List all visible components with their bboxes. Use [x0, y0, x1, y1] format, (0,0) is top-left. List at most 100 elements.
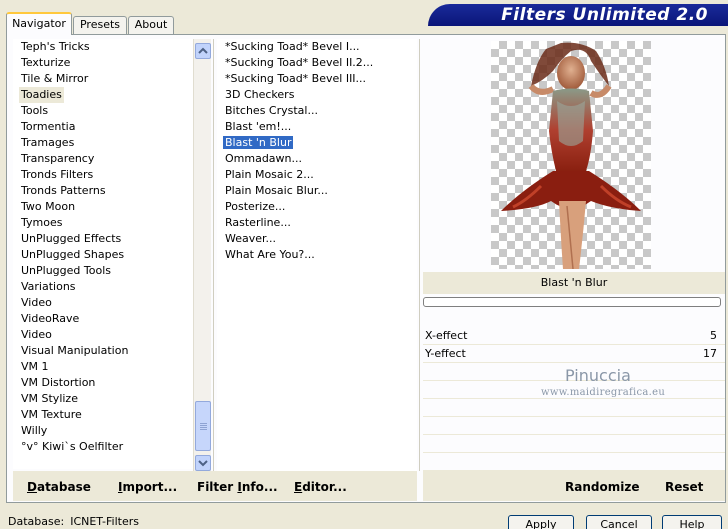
category-item[interactable]: Transparency [13, 151, 199, 167]
category-label: Toadies [19, 87, 64, 103]
filter-item[interactable]: Posterize... [217, 199, 417, 215]
filter-item[interactable]: Plain Mosaic Blur... [217, 183, 417, 199]
category-item[interactable]: Tools [13, 103, 199, 119]
filter-label: Plain Mosaic 2... [225, 168, 314, 181]
filter-item[interactable]: Ommadawn... [217, 151, 417, 167]
title-banner: Filters Unlimited 2.0 [428, 4, 728, 26]
editor-button[interactable]: Editor... [294, 480, 347, 494]
param-value[interactable]: 5 [710, 327, 717, 345]
figure-image [501, 42, 641, 270]
filter-label: Rasterline... [225, 216, 291, 229]
category-label: VideoRave [21, 312, 80, 325]
tab-navigator[interactable]: Navigator [6, 12, 72, 35]
category-item[interactable]: VM Texture [13, 407, 199, 423]
category-label: Tools [21, 104, 49, 117]
param-row-empty [423, 435, 725, 453]
filter-label: What Are You?... [225, 248, 315, 261]
category-label: Teph's Tricks [21, 40, 90, 53]
filter-label: Weaver... [225, 232, 277, 245]
param-row-y-effect[interactable]: Y-effect 17 [423, 345, 725, 363]
filter-item[interactable]: Bitches Crystal... [217, 103, 417, 119]
category-item[interactable]: Tramages [13, 135, 199, 151]
bottom-toolbar: Database Import... Filter Info... Editor… [13, 471, 417, 501]
category-item[interactable]: UnPlugged Tools [13, 263, 199, 279]
category-item[interactable]: Visual Manipulation [13, 343, 199, 359]
database-button[interactable]: Database [27, 480, 91, 494]
preview-image [491, 41, 651, 270]
filter-item[interactable]: *Sucking Toad* Bevel III... [217, 71, 417, 87]
category-label: VM Distortion [21, 376, 96, 389]
cancel-button[interactable]: Cancel [586, 515, 652, 529]
category-item[interactable]: UnPlugged Effects [13, 231, 199, 247]
category-label: Tile & Mirror [21, 72, 89, 85]
category-item[interactable]: UnPlugged Shapes [13, 247, 199, 263]
category-item[interactable]: Tymoes [13, 215, 199, 231]
help-button[interactable]: Help [662, 515, 722, 529]
filter-label: Blast 'em!... [225, 120, 292, 133]
category-label: Tormentia [21, 120, 76, 133]
category-item[interactable]: Tile & Mirror [13, 71, 199, 87]
param-row-empty [423, 417, 725, 435]
reset-button[interactable]: Reset [665, 480, 703, 494]
randomize-button[interactable]: Randomize [565, 480, 639, 494]
category-scrollbar[interactable] [193, 39, 211, 471]
scroll-down-button[interactable] [195, 455, 211, 471]
category-item[interactable]: Variations [13, 279, 199, 295]
filter-item[interactable]: Plain Mosaic 2... [217, 167, 417, 183]
filter-label: Bitches Crystal... [225, 104, 318, 117]
category-item[interactable]: Tronds Patterns [13, 183, 199, 199]
import-button[interactable]: Import... [118, 480, 177, 494]
category-item[interactable]: VideoRave [13, 311, 199, 327]
filter-item[interactable]: Blast 'em!... [217, 119, 417, 135]
filter-label: Blast 'n Blur [223, 136, 294, 149]
filter-label: Ommadawn... [225, 152, 303, 165]
category-label: Tronds Patterns [21, 184, 106, 197]
category-label: UnPlugged Tools [21, 264, 111, 277]
watermark-name: Pinuccia [565, 366, 631, 385]
category-item[interactable]: °v° Kiwi`s Oelfilter [13, 439, 199, 455]
filter-item[interactable]: 3D Checkers [217, 87, 417, 103]
category-item[interactable]: Toadies [13, 87, 199, 103]
category-item[interactable]: Two Moon [13, 199, 199, 215]
filter-info-button[interactable]: Filter Info... [197, 480, 278, 494]
category-label: Tramages [21, 136, 75, 149]
tab-about[interactable]: About [128, 16, 174, 34]
filter-label: 3D Checkers [225, 88, 295, 101]
filter-item[interactable]: What Are You?... [217, 247, 417, 263]
category-item[interactable]: VM 1 [13, 359, 199, 375]
category-item[interactable]: Teph's Tricks [13, 39, 199, 55]
status-bar: Database: ICNET-Filters [8, 515, 139, 528]
category-list[interactable]: Teph's Tricks Texturize Tile & Mirror Toadi… [13, 39, 199, 469]
category-label: Tymoes [21, 216, 63, 229]
tab-presets[interactable]: Presets [73, 16, 127, 34]
category-label: VM Texture [21, 408, 82, 421]
filter-item[interactable]: Rasterline... [217, 215, 417, 231]
filter-item[interactable]: *Sucking Toad* Bevel II.2... [217, 55, 417, 71]
category-label: Video [21, 296, 52, 309]
chevron-down-icon [198, 460, 208, 467]
category-item[interactable]: Video [13, 295, 199, 311]
param-label: Y-effect [425, 347, 466, 360]
category-item[interactable]: Video [13, 327, 199, 343]
filter-item[interactable]: Blast 'n Blur [217, 135, 417, 151]
filter-item[interactable]: *Sucking Toad* Bevel I... [217, 39, 417, 55]
scroll-thumb[interactable] [195, 401, 211, 451]
filter-list[interactable]: *Sucking Toad* Bevel I... *Sucking Toad* … [217, 39, 417, 471]
category-item[interactable]: Tronds Filters [13, 167, 199, 183]
category-item[interactable]: VM Stylize [13, 391, 199, 407]
preview-area [423, 39, 725, 271]
category-label: Tronds Filters [21, 168, 94, 181]
category-item[interactable]: Willy [13, 423, 199, 439]
scroll-up-button[interactable] [195, 43, 211, 59]
category-item[interactable]: Texturize [13, 55, 199, 71]
category-item[interactable]: Tormentia [13, 119, 199, 135]
param-row-empty [423, 453, 725, 471]
filter-label: *Sucking Toad* Bevel I... [225, 40, 360, 53]
param-label: X-effect [425, 329, 468, 342]
category-item[interactable]: VM Distortion [13, 375, 199, 391]
filter-item[interactable]: Weaver... [217, 231, 417, 247]
param-row-x-effect[interactable]: X-effect 5 [423, 327, 725, 345]
param-value[interactable]: 17 [703, 345, 717, 363]
apply-button[interactable]: Apply [508, 515, 574, 529]
category-label: °v° Kiwi`s Oelfilter [21, 440, 124, 453]
